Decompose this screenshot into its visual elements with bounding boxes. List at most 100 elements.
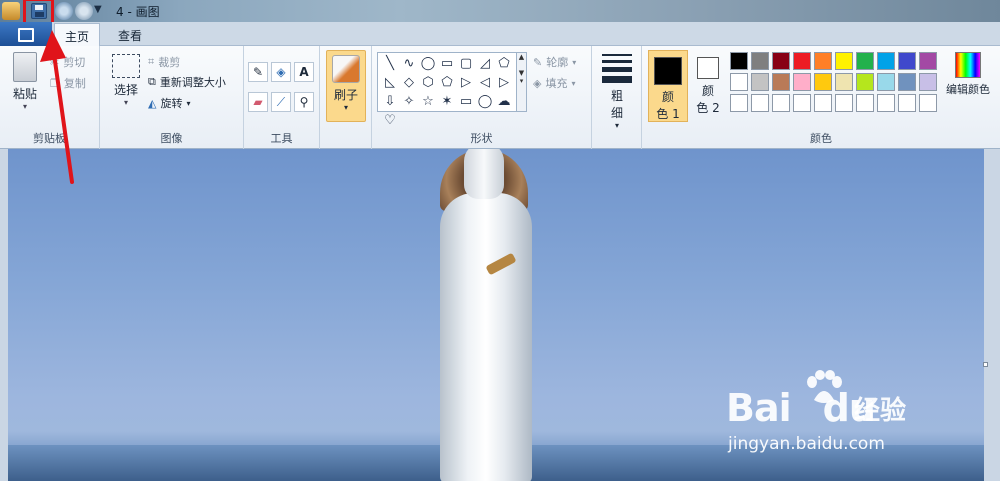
palette-swatch[interactable] <box>898 52 916 70</box>
shape-item[interactable]: ∿ <box>401 56 417 72</box>
color1-label-line1: 颜 <box>661 90 674 104</box>
resize-icon: ⧉ <box>148 75 156 88</box>
palette-swatch[interactable] <box>772 73 790 91</box>
palette-swatch[interactable] <box>856 94 874 112</box>
text-tool-icon[interactable]: A <box>294 62 314 82</box>
canvas-resize-handle-right[interactable] <box>983 362 988 367</box>
shape-item[interactable]: ◯ <box>477 94 493 110</box>
shape-item[interactable]: ▷ <box>496 75 512 91</box>
watermark-url: jingyan.baidu.com <box>728 434 885 454</box>
palette-swatch[interactable] <box>814 94 832 112</box>
shape-item[interactable]: ◺ <box>382 75 398 91</box>
fill-button[interactable]: ◈ 填充 ▾ <box>533 75 575 91</box>
shape-item[interactable]: ✧ <box>401 94 417 110</box>
shape-item[interactable]: ♡ <box>382 113 398 129</box>
paint-app-icon[interactable] <box>2 2 20 20</box>
palette-swatch[interactable] <box>793 73 811 91</box>
size-dropdown-icon: ▾ <box>614 121 619 130</box>
shape-item[interactable]: ⬡ <box>420 75 436 91</box>
brushes-button[interactable]: 刷子 ▾ <box>326 50 366 122</box>
shape-item[interactable]: ▢ <box>458 56 474 72</box>
fill-bucket-icon[interactable]: ◈ <box>271 62 291 82</box>
eraser-icon[interactable]: ▰ <box>248 92 268 112</box>
palette-swatch[interactable] <box>793 52 811 70</box>
palette-swatch[interactable] <box>898 73 916 91</box>
shape-item[interactable]: ◯ <box>420 56 436 72</box>
rotate-button[interactable]: ◭ 旋转 ▾ <box>148 95 190 111</box>
magnifier-icon[interactable]: ⚲ <box>294 92 314 112</box>
shape-item[interactable]: ▷ <box>458 75 474 91</box>
palette-swatch[interactable] <box>919 73 937 91</box>
palette-swatch[interactable] <box>751 94 769 112</box>
palette-swatch[interactable] <box>835 94 853 112</box>
color-picker-icon[interactable]: ⟋ <box>271 92 291 112</box>
shape-item[interactable]: ◇ <box>401 75 417 91</box>
select-label: 选择 <box>113 83 138 97</box>
palette-swatch[interactable] <box>856 73 874 91</box>
customize-toolbar-dropdown-icon[interactable]: ▼ <box>94 4 102 15</box>
palette-swatch[interactable] <box>772 52 790 70</box>
palette-swatch[interactable] <box>835 73 853 91</box>
palette-swatch[interactable] <box>730 52 748 70</box>
shape-item[interactable]: ▭ <box>458 94 474 110</box>
color1-swatch <box>654 57 682 85</box>
brushes-group: 刷子 ▾ <box>320 46 372 149</box>
undo-icon[interactable] <box>55 2 73 20</box>
outline-label: 轮廓 <box>546 56 569 69</box>
fill-label: 填充 <box>545 77 568 90</box>
resize-label: 重新调整大小 <box>159 76 226 89</box>
edit-colors-button[interactable]: 编辑颜色 <box>940 52 996 97</box>
size-button[interactable]: 粗 细 ▾ <box>598 52 636 130</box>
palette-swatch[interactable] <box>898 94 916 112</box>
palette-swatch[interactable] <box>919 94 937 112</box>
baidu-paw-icon <box>807 370 842 403</box>
palette-swatch[interactable] <box>814 73 832 91</box>
redo-icon[interactable] <box>75 2 93 20</box>
shapes-gallery[interactable]: ╲ ∿ ◯ ▭ ▢ ◿ ⬠ ◺ ◇ ⬡ ⬠ ▷ ◁ ▷ ⇩ ✧ ☆ ✶ ▭ ◯ ☁ ♡ <box>377 52 517 128</box>
image-group-label: 图像 <box>160 132 183 145</box>
shape-item[interactable]: ⇩ <box>382 94 398 110</box>
size-group: 粗 细 ▾ <box>592 46 642 149</box>
rotate-icon: ◭ <box>148 96 157 110</box>
fill-icon: ◈ <box>533 76 542 90</box>
shape-item[interactable]: ☁ <box>496 94 512 110</box>
palette-swatch[interactable] <box>814 52 832 70</box>
palette-swatch[interactable] <box>856 52 874 70</box>
palette-swatch[interactable] <box>793 94 811 112</box>
color2-button[interactable]: 颜 色 2 <box>688 50 728 122</box>
palette-swatch[interactable] <box>877 94 895 112</box>
palette-swatch[interactable] <box>772 94 790 112</box>
palette-swatch[interactable] <box>835 52 853 70</box>
outline-icon: ✎ <box>533 55 543 69</box>
palette-swatch[interactable] <box>751 73 769 91</box>
line-width-icon <box>602 54 632 83</box>
shape-item[interactable]: ◁ <box>477 75 493 91</box>
crop-icon: ⌗ <box>148 55 155 68</box>
shape-item[interactable]: ◿ <box>477 56 493 72</box>
ribbon-tab-row: 主页 查看 <box>0 22 1000 46</box>
pencil-icon[interactable]: ✎ <box>248 62 268 82</box>
size-label-line1: 粗 <box>610 89 623 103</box>
resize-button[interactable]: ⧉ 重新调整大小 <box>148 74 226 90</box>
shape-item[interactable]: ✶ <box>439 94 455 110</box>
shape-item[interactable]: ⬠ <box>439 75 455 91</box>
palette-swatch[interactable] <box>919 52 937 70</box>
watermark-cn: 经验 <box>854 396 907 426</box>
brushes-dropdown-icon: ▾ <box>343 103 348 112</box>
shape-item[interactable]: ╲ <box>382 56 398 72</box>
size-label-line2: 细 <box>610 106 623 120</box>
crop-button[interactable]: ⌗ 裁剪 <box>148 54 180 70</box>
shapes-gallery-scroll[interactable]: ▲ ▼ ▾ <box>517 52 527 112</box>
outline-button[interactable]: ✎ 轮廓 ▾ <box>533 54 576 70</box>
palette-swatch[interactable] <box>751 52 769 70</box>
tab-view[interactable]: 查看 <box>108 23 152 46</box>
select-button[interactable]: 选择 ▾ <box>108 54 144 107</box>
palette-swatch[interactable] <box>877 73 895 91</box>
palette-swatch[interactable] <box>730 94 748 112</box>
shape-item[interactable]: ▭ <box>439 56 455 72</box>
shape-item[interactable]: ☆ <box>420 94 436 110</box>
palette-swatch[interactable] <box>877 52 895 70</box>
color1-button[interactable]: 颜 色 1 <box>648 50 688 122</box>
palette-swatch[interactable] <box>730 73 748 91</box>
shape-item[interactable]: ⬠ <box>496 56 512 72</box>
